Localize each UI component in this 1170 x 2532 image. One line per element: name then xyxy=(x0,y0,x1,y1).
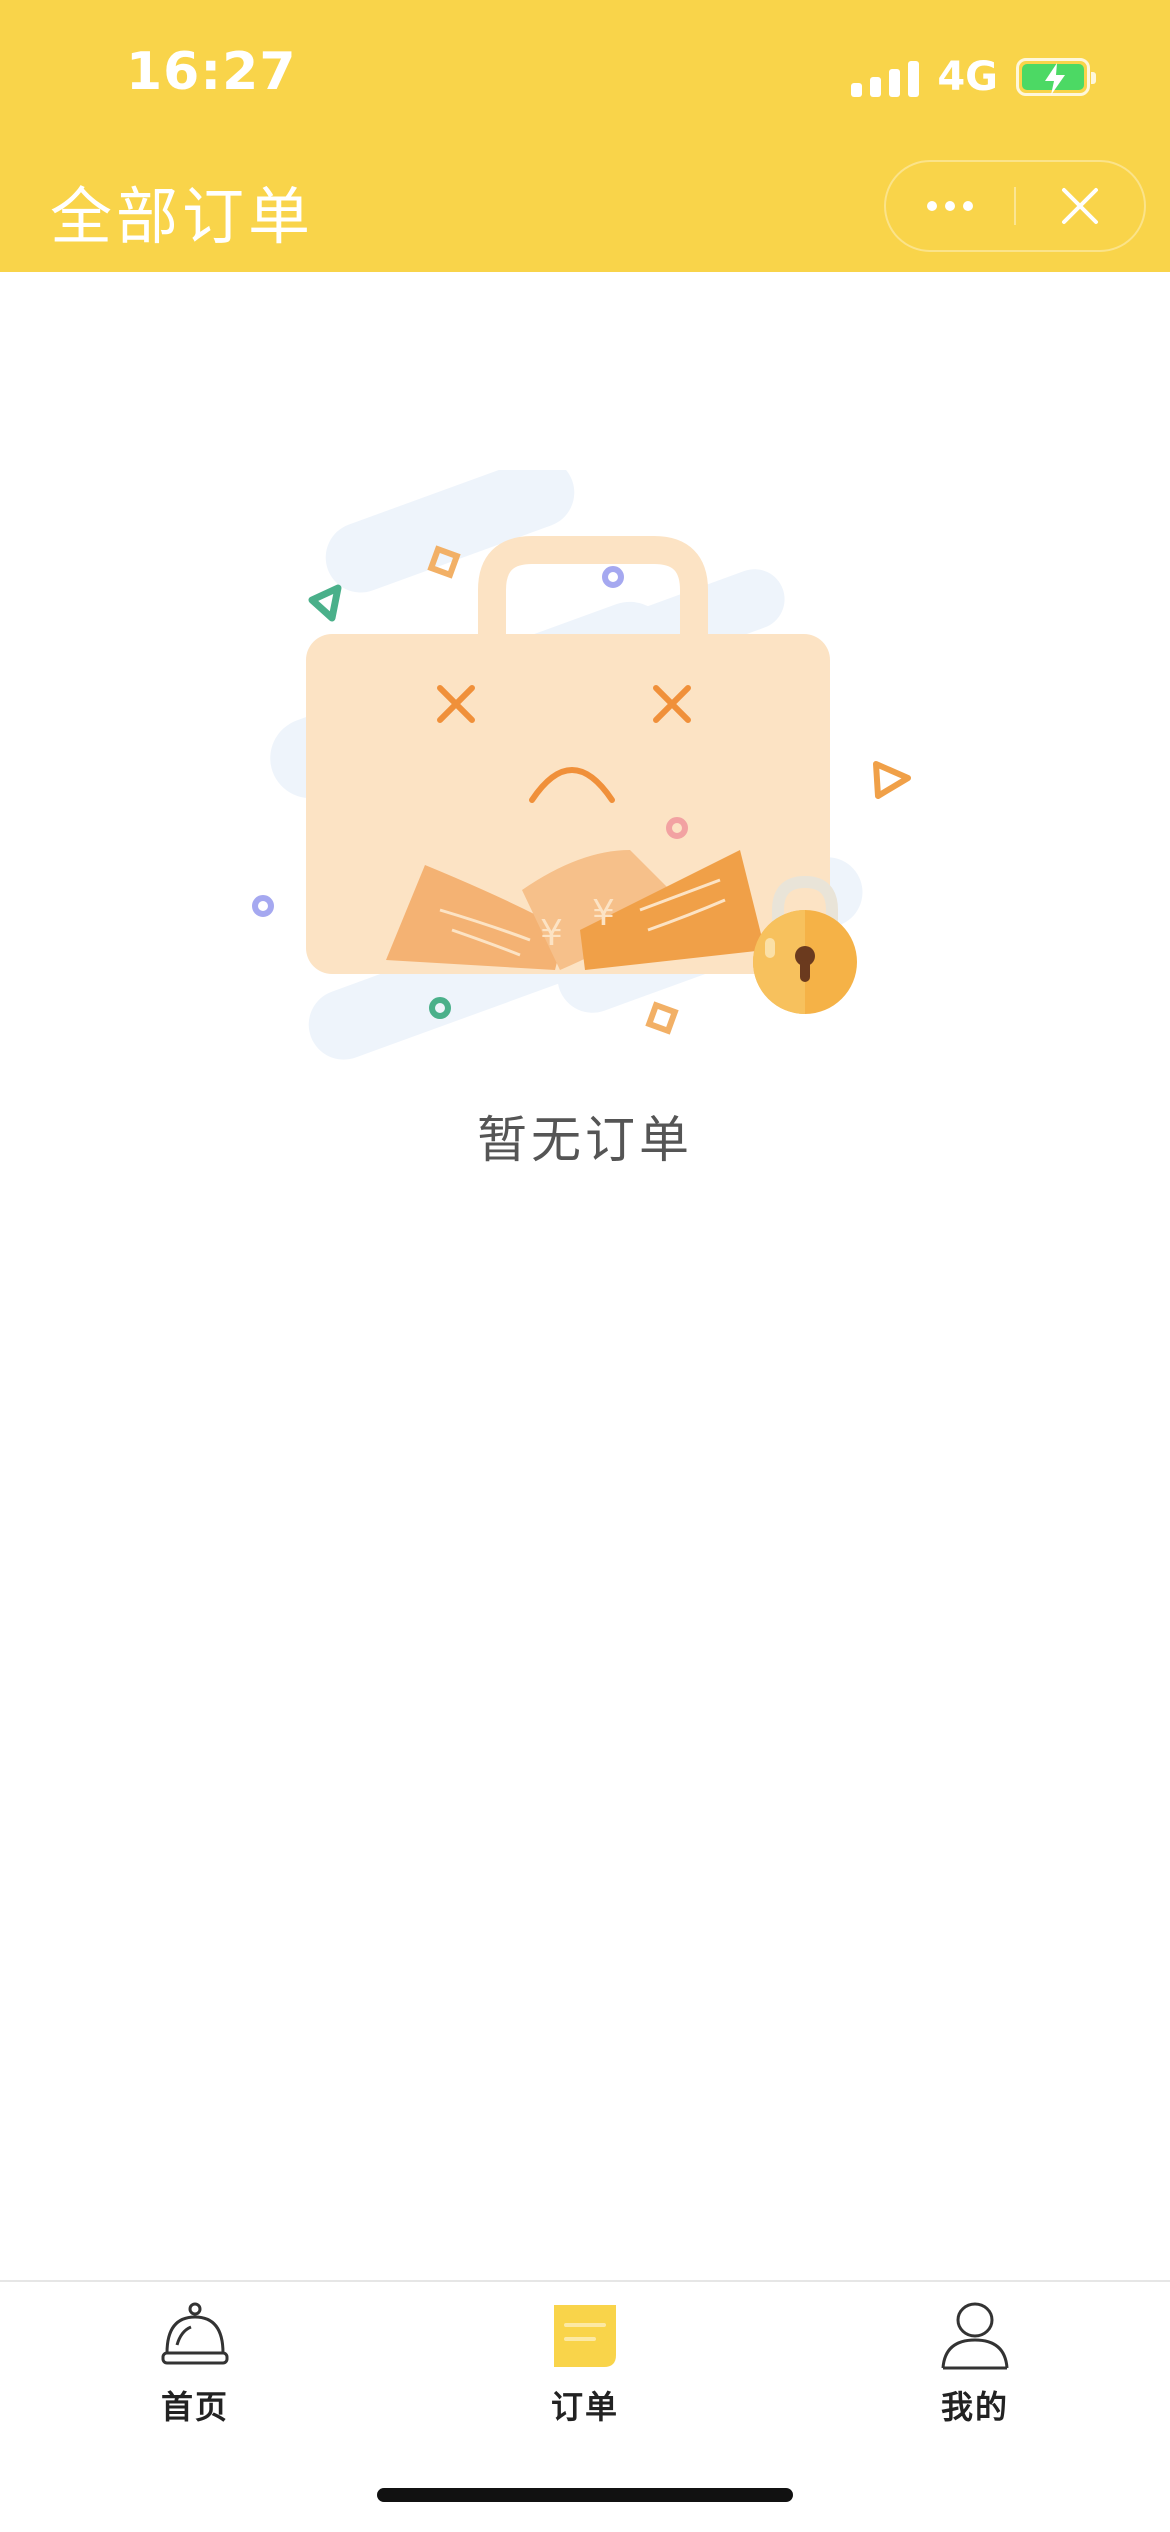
close-icon xyxy=(1061,188,1098,224)
empty-state-text: 暂无订单 xyxy=(477,1111,693,1169)
header: 16:27 4G 全部订单 xyxy=(0,0,1170,272)
order-note-icon xyxy=(545,2296,625,2376)
network-label: 4G xyxy=(937,54,998,100)
empty-shopping-bag-illustration: ¥ ¥ xyxy=(252,470,911,1060)
tab-home[interactable]: 首页 xyxy=(95,2296,295,2436)
svg-text:¥: ¥ xyxy=(540,913,563,954)
tab-orders[interactable]: 订单 xyxy=(485,2296,685,2436)
svg-text:¥: ¥ xyxy=(592,893,615,934)
battery-icon xyxy=(1016,58,1096,96)
person-icon xyxy=(935,2296,1015,2376)
mini-program-capsule xyxy=(884,160,1146,252)
status-time: 16:27 xyxy=(126,42,297,102)
more-button[interactable] xyxy=(886,162,1014,250)
page-title: 全部订单 xyxy=(50,180,315,253)
tab-home-label: 首页 xyxy=(160,2388,229,2426)
status-indicators: 4G xyxy=(851,52,1096,102)
close-button[interactable] xyxy=(1016,162,1144,250)
home-indicator[interactable] xyxy=(377,2488,793,2502)
signal-bars-icon xyxy=(851,57,920,97)
tab-mine-label: 我的 xyxy=(940,2388,1009,2426)
tab-orders-label: 订单 xyxy=(550,2388,619,2426)
more-dots-icon xyxy=(927,201,973,211)
tab-mine[interactable]: 我的 xyxy=(875,2296,1075,2436)
service-bell-icon xyxy=(155,2296,235,2376)
